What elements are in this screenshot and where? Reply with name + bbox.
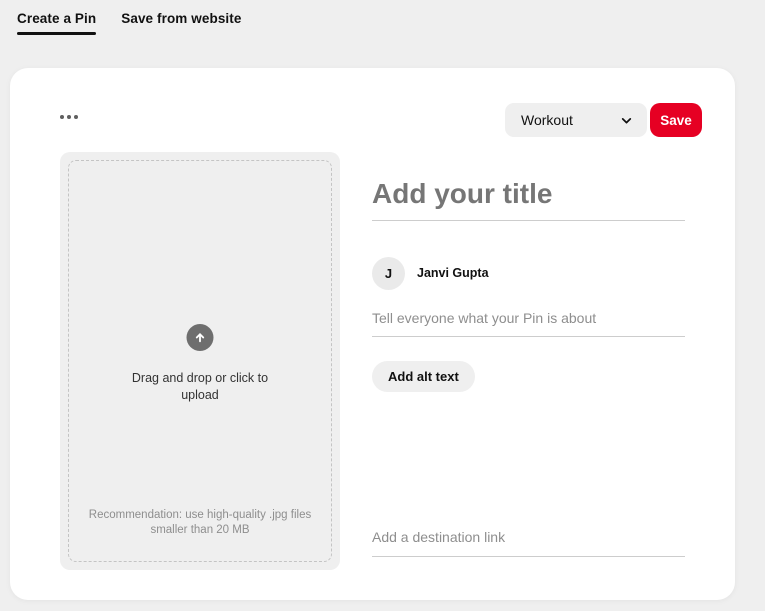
destination-link-input[interactable] xyxy=(372,529,685,557)
upload-arrow-icon xyxy=(187,324,214,351)
tab-create-a-pin[interactable]: Create a Pin xyxy=(17,11,96,35)
upload-dropzone[interactable]: Drag and drop or click to upload Recomme… xyxy=(60,152,340,570)
create-tabbar: Create a Pin Save from website xyxy=(0,0,765,56)
pin-builder-card: Workout Save Drag and drop or click to u… xyxy=(10,68,735,600)
more-options-button[interactable] xyxy=(60,108,88,126)
user-row: J Janvi Gupta xyxy=(372,256,489,290)
title-input[interactable] xyxy=(372,178,685,221)
dot-icon xyxy=(74,115,78,119)
dot-icon xyxy=(67,115,71,119)
upload-recommendation: Recommendation: use high-quality .jpg fi… xyxy=(74,508,326,538)
dot-icon xyxy=(60,115,64,119)
upload-dashed-border xyxy=(68,160,332,562)
avatar: J xyxy=(372,257,405,290)
add-alt-text-button[interactable]: Add alt text xyxy=(372,361,475,392)
description-input[interactable] xyxy=(372,310,685,337)
pin-details-form: J Janvi Gupta Add alt text xyxy=(372,68,685,600)
user-name: Janvi Gupta xyxy=(417,266,489,280)
upload-instruction: Drag and drop or click to upload xyxy=(60,370,340,404)
tab-save-from-website[interactable]: Save from website xyxy=(121,11,241,35)
